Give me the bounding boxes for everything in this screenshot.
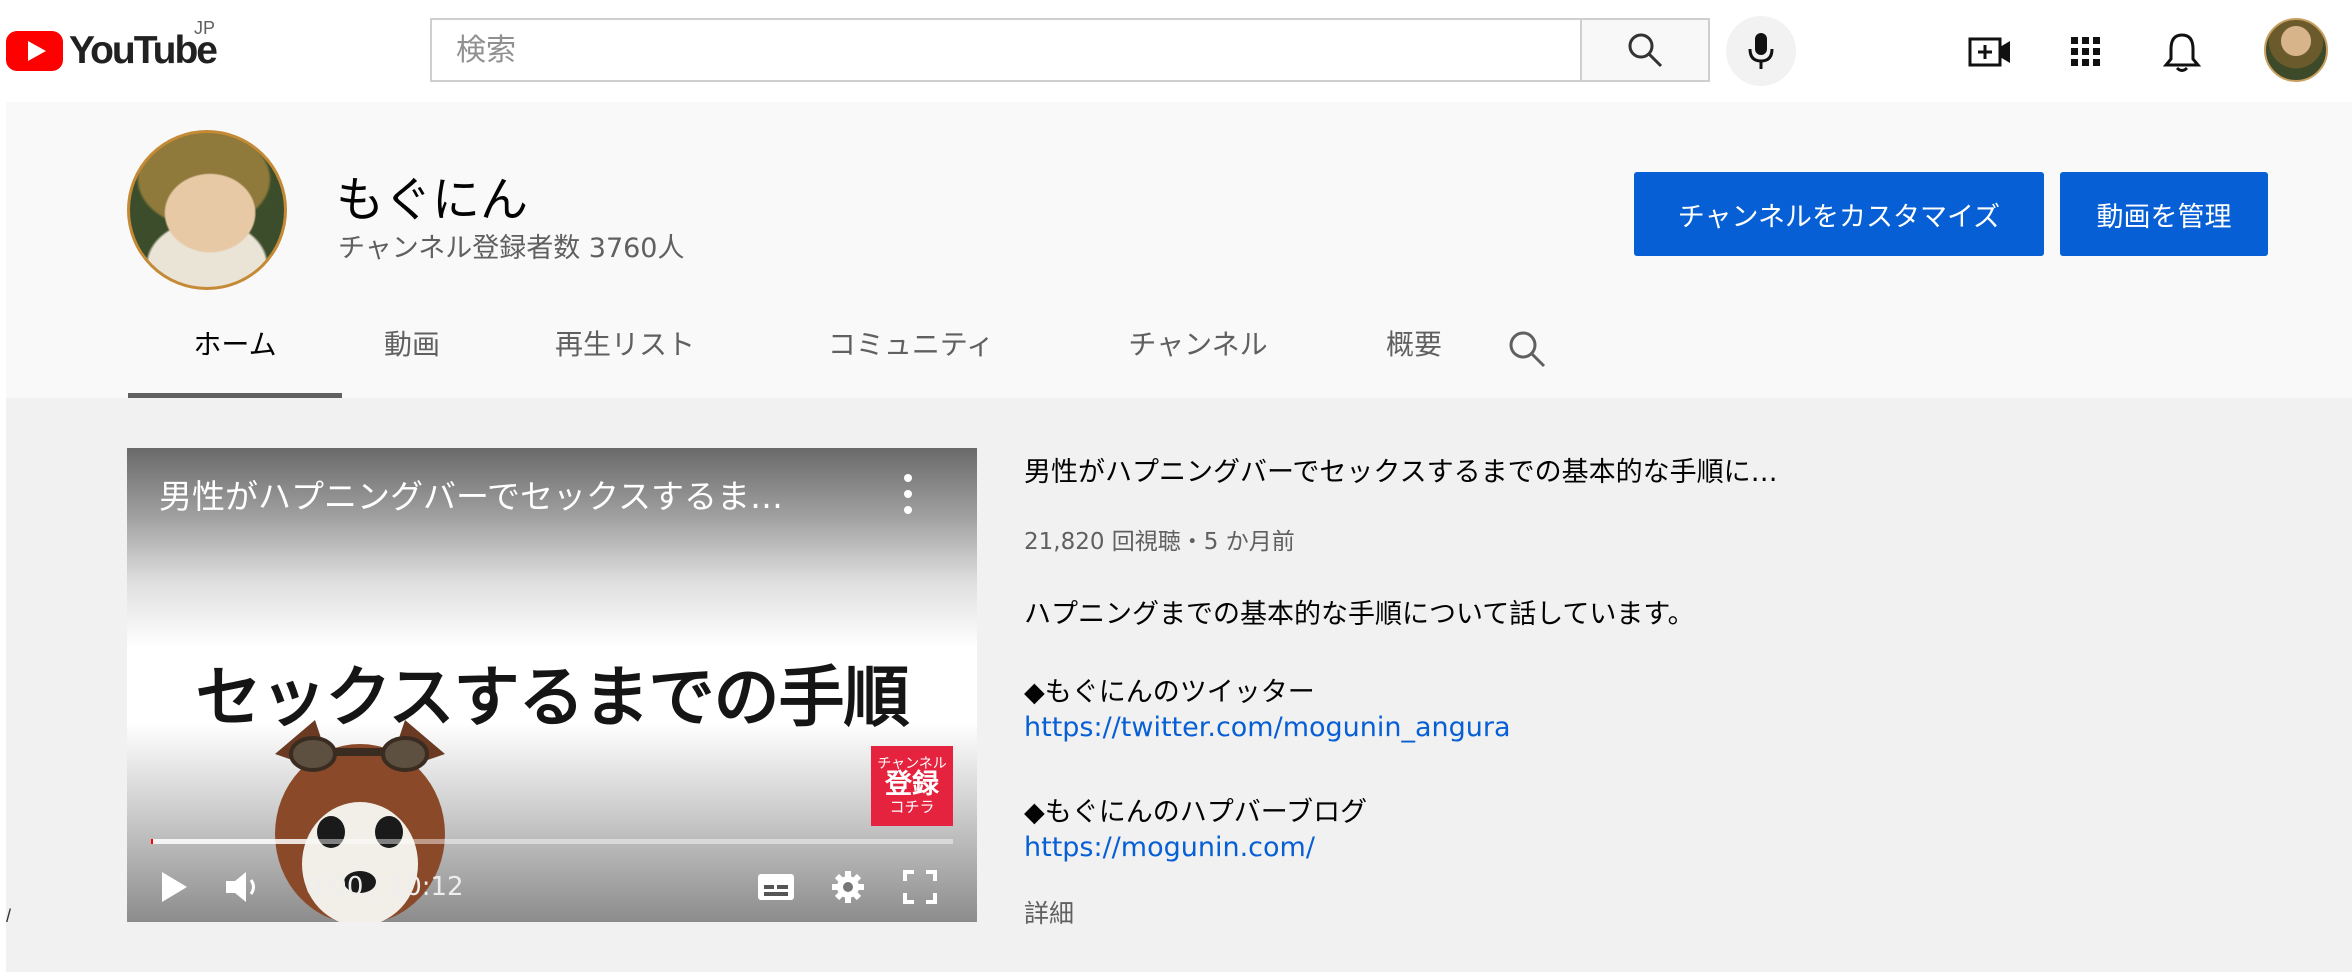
masthead: YouTube JP [0, 0, 2352, 102]
video-player[interactable]: 男性がハプニングバーでセックスするま… セックスするまでの手順 チャンネル 登録… [127, 448, 977, 922]
mic-icon [1748, 33, 1774, 69]
twitter-link[interactable]: https://twitter.com/mogunin_angura [1024, 712, 1511, 743]
create-video-button[interactable] [1962, 24, 2018, 80]
channel-name: もぐにん [336, 172, 529, 228]
play-button[interactable] [149, 862, 199, 912]
youtube-logo[interactable]: YouTube [6, 27, 218, 75]
channel-tabs: ホーム 動画 再生リスト コミュニティ チャンネル 概要 [128, 288, 1486, 398]
subtitles-button[interactable] [749, 862, 803, 912]
video-title[interactable]: 男性がハプニングバーでセックスするまでの基本的な手順に… [1024, 450, 1778, 489]
tab-channels[interactable]: チャンネル [1054, 288, 1342, 398]
search-icon [1509, 331, 1546, 368]
subtitles-icon [758, 874, 794, 900]
subscribe-badge[interactable]: チャンネル 登録 コチラ [871, 746, 953, 826]
youtube-play-logo-icon [6, 31, 63, 71]
fullscreen-button[interactable] [893, 862, 947, 912]
manage-videos-button[interactable]: 動画を管理 [2060, 172, 2268, 256]
more-options-icon[interactable] [893, 474, 923, 514]
more-details-link[interactable]: 詳細 [1024, 894, 1074, 930]
search-icon [1628, 33, 1663, 68]
search-box[interactable] [430, 18, 1582, 82]
create-video-icon [1968, 37, 2010, 67]
tab-home[interactable]: ホーム [128, 288, 342, 398]
fullscreen-icon [903, 870, 937, 904]
subscriber-count: チャンネル登録者数 3760人 [338, 233, 685, 264]
channel-header: もぐにん チャンネル登録者数 3760人 チャンネルをカスタマイズ 動画を管理 … [6, 102, 2352, 398]
tab-about[interactable]: 概要 [1342, 288, 1486, 398]
tab-playlists[interactable]: 再生リスト [482, 288, 768, 398]
description-line: ハプニングまでの基本的な手順について話しています。 [1024, 599, 1695, 630]
blog-heading: ◆もぐにんのハプバーブログ [1024, 797, 1368, 828]
edge-mark: / [6, 906, 12, 926]
apps-button[interactable] [2058, 24, 2114, 80]
apps-grid-icon [2071, 37, 2100, 66]
progress-bar[interactable] [151, 839, 953, 844]
tab-community[interactable]: コミュニティ [768, 288, 1054, 398]
volume-icon [226, 872, 255, 902]
gear-icon [832, 871, 864, 903]
played-bar [151, 839, 153, 844]
twitter-heading: ◆もぐにんのツイッター [1024, 677, 1315, 708]
mute-button[interactable] [217, 862, 271, 912]
voice-search-button[interactable] [1726, 16, 1796, 86]
account-avatar[interactable] [2264, 18, 2328, 82]
blog-link[interactable]: https://mogunin.com/ [1024, 832, 1315, 863]
badge-line-2: 登録 [885, 769, 939, 801]
buffered-bar [151, 839, 307, 844]
channel-content: / 男性がハプニングバーでセックスするま… セックスするまでの手順 チャンネル … [6, 398, 2352, 972]
play-icon [162, 872, 187, 902]
player-overlay-title[interactable]: 男性がハプニングバーでセックスするま… [159, 470, 859, 518]
badge-line-3: コチラ [889, 797, 935, 816]
time-display: 0:00 / 10:12 [305, 872, 464, 902]
channel-avatar[interactable] [127, 130, 287, 290]
video-meta: 21,820 回視聴・5 か月前 [1024, 529, 1295, 555]
notifications-button[interactable] [2154, 24, 2210, 80]
region-code: JP [194, 18, 216, 38]
search-input[interactable] [432, 20, 1582, 80]
notifications-bell-icon [2163, 33, 2201, 72]
tab-videos[interactable]: 動画 [342, 288, 482, 398]
settings-button[interactable] [821, 862, 875, 912]
search-button[interactable] [1580, 18, 1710, 82]
customize-channel-button[interactable]: チャンネルをカスタマイズ [1634, 172, 2044, 256]
channel-search-button[interactable] [1502, 324, 1552, 374]
